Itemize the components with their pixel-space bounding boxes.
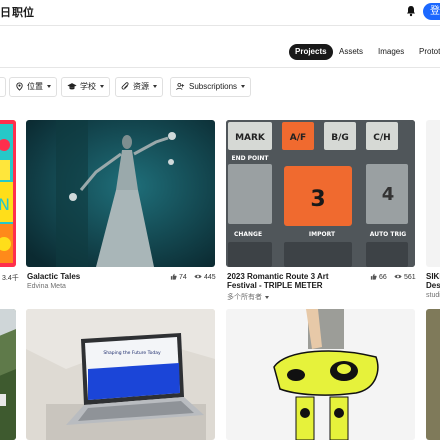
artwork-image bbox=[226, 309, 415, 440]
filter-location-label: 位置 bbox=[27, 82, 43, 91]
top-nav-bar: 日 职位 登 bbox=[0, 0, 440, 25]
project-title[interactable]: Galactic Tales bbox=[27, 272, 157, 281]
appreciations-count: 66 bbox=[379, 274, 387, 281]
end-point-label: END POINT bbox=[231, 155, 269, 162]
project-owner[interactable]: Edvina Meta bbox=[27, 283, 66, 290]
users-icon bbox=[176, 83, 185, 91]
top-divider bbox=[0, 25, 440, 26]
project-owner[interactable]: studi bbox=[426, 292, 440, 299]
paperclip-icon bbox=[121, 82, 129, 90]
project-title[interactable]: 2023 Romantic Route 3 Art Festival - TRI… bbox=[227, 272, 360, 290]
brand-logo-fragment[interactable]: 日 bbox=[0, 4, 11, 20]
filter-location[interactable]: 位置 bbox=[9, 77, 57, 97]
project-title[interactable]: SIKE Desi bbox=[426, 272, 440, 290]
views-count: 445 bbox=[204, 274, 216, 281]
project-card-thumbnail-cut[interactable] bbox=[426, 309, 440, 440]
tab-projects[interactable]: Projects bbox=[289, 44, 333, 60]
chevron-down-icon bbox=[100, 85, 104, 89]
artwork-image bbox=[26, 120, 215, 267]
chevron-down-icon bbox=[153, 85, 157, 89]
eye-icon bbox=[194, 274, 202, 279]
project-owner-multiple[interactable]: 多个所有者 bbox=[227, 292, 269, 302]
key-mark-label: MARK bbox=[235, 133, 266, 143]
filter-chip-cut[interactable] bbox=[0, 77, 6, 97]
location-pin-icon bbox=[16, 82, 23, 92]
project-card-thumbnail-laptop[interactable]: Shaping the Future Today bbox=[26, 309, 215, 440]
filter-school[interactable]: 学校 bbox=[61, 77, 110, 97]
tab-assets[interactable]: Assets bbox=[339, 44, 363, 60]
appreciations-stat: 66 bbox=[370, 273, 387, 281]
key-bg-label: B/G bbox=[331, 133, 349, 143]
import-label: IMPORT bbox=[309, 231, 336, 238]
notification-bell-icon[interactable] bbox=[405, 5, 417, 17]
svg-text:N: N bbox=[0, 195, 10, 214]
key-ch-label: C/H bbox=[373, 133, 390, 143]
project-card-thumbnail-sike[interactable] bbox=[426, 120, 440, 267]
tab-images[interactable]: Images bbox=[378, 44, 404, 60]
tabs-divider bbox=[0, 67, 440, 68]
artwork-image: Shaping the Future Today bbox=[26, 309, 215, 440]
key-af-label: A/F bbox=[290, 133, 306, 143]
artwork-image: N bbox=[0, 120, 16, 267]
project-card-thumbnail-galactic-tales[interactable] bbox=[26, 120, 215, 267]
thumbs-up-icon bbox=[170, 273, 177, 280]
views-count: 561 bbox=[404, 274, 416, 281]
project-card-thumbnail-bag[interactable] bbox=[226, 309, 415, 440]
views-count: 3.4千 bbox=[2, 275, 19, 282]
auto-trig-label: AUTO TRIG bbox=[370, 231, 407, 238]
thumbs-up-icon bbox=[370, 273, 377, 280]
chevron-down-icon bbox=[241, 85, 246, 89]
filter-resources[interactable]: 资源 bbox=[115, 77, 163, 97]
sign-in-button[interactable]: 登 bbox=[423, 3, 440, 20]
project-card-thumbnail-romantic-route[interactable]: MARK A/F B/G C/H END POINT 3 4 CHANGE IM… bbox=[226, 120, 415, 267]
chevron-down-icon bbox=[47, 85, 51, 89]
tab-prototypes[interactable]: Prototy bbox=[419, 44, 440, 60]
appreciations-count: 74 bbox=[179, 274, 187, 281]
views-stat: 445 bbox=[194, 273, 216, 281]
filter-subscriptions-label: Subscriptions bbox=[189, 82, 238, 91]
eye-icon bbox=[394, 274, 402, 279]
chevron-down-icon bbox=[265, 295, 269, 299]
artwork-image bbox=[0, 309, 16, 440]
artwork-image: MARK A/F B/G C/H END POINT 3 4 CHANGE IM… bbox=[226, 120, 415, 267]
laptop-screen-text: Shaping the Future Today bbox=[103, 350, 161, 356]
project-card-thumbnail-landscape[interactable] bbox=[0, 309, 16, 440]
nav-jobs-link[interactable]: 职位 bbox=[12, 4, 34, 20]
filter-resources-label: 资源 bbox=[133, 82, 149, 91]
views-stat: 561 bbox=[394, 273, 416, 281]
project-card-thumbnail-colorful[interactable]: N bbox=[0, 120, 16, 267]
filter-school-label: 学校 bbox=[80, 82, 96, 91]
change-label: CHANGE bbox=[234, 231, 262, 238]
project-owner-label: 多个所有者 bbox=[227, 294, 262, 301]
svg-text:4: 4 bbox=[382, 184, 395, 205]
appreciations-stat: 74 bbox=[170, 273, 187, 281]
filter-subscriptions[interactable]: Subscriptions bbox=[170, 77, 252, 97]
content-type-tabs: Projects Assets Images Prototy bbox=[0, 36, 440, 68]
graduation-cap-icon bbox=[67, 83, 77, 90]
key-three-label: 3 bbox=[310, 187, 325, 212]
